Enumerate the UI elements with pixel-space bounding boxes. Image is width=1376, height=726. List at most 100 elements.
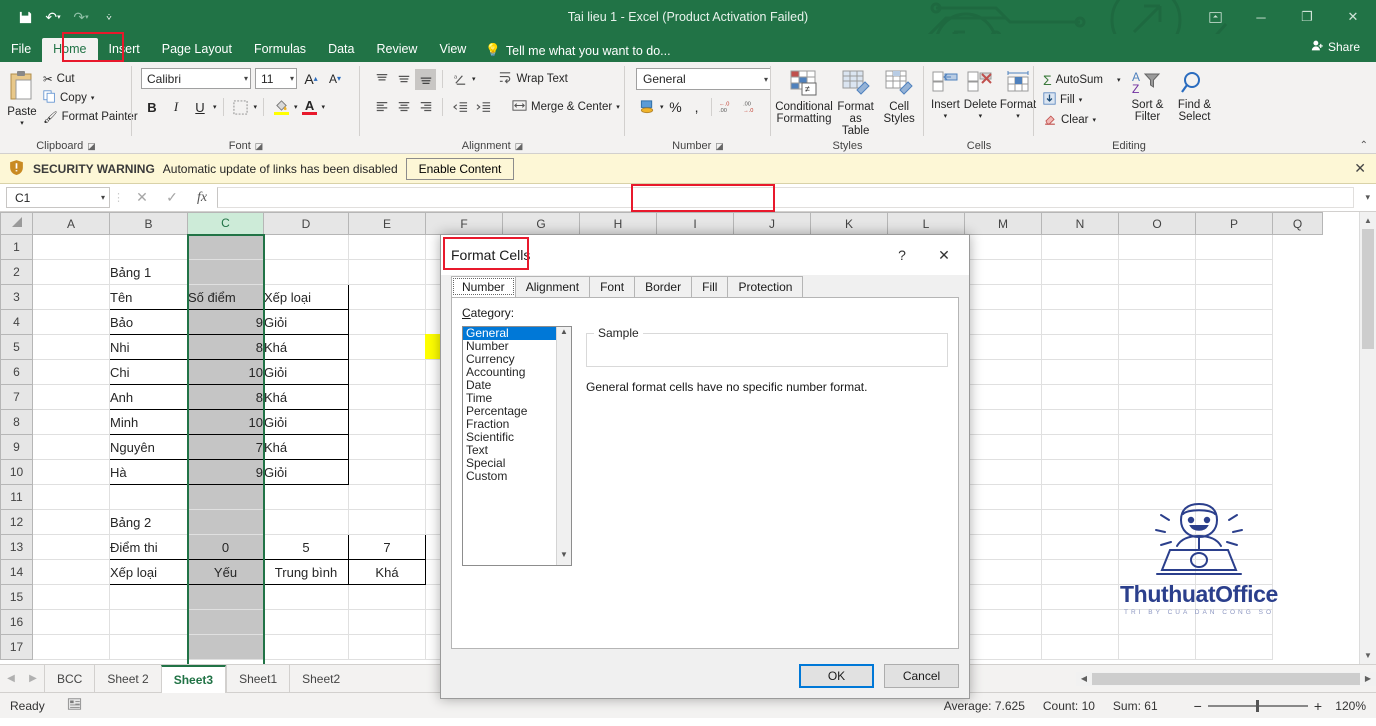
cell-D5[interactable]: Khá bbox=[263, 334, 349, 360]
copy-button[interactable]: Copy ▾ bbox=[39, 88, 142, 108]
insert-cells-button[interactable]: Insert ▾ bbox=[929, 68, 962, 125]
cell-P3[interactable] bbox=[1195, 284, 1273, 310]
row-header-6[interactable]: 6 bbox=[0, 359, 33, 385]
cell-M14[interactable] bbox=[964, 559, 1042, 585]
cell-B12[interactable]: Bảng 2 bbox=[109, 509, 188, 535]
row-header-10[interactable]: 10 bbox=[0, 459, 33, 485]
row-header-15[interactable]: 15 bbox=[0, 584, 33, 610]
column-header-b[interactable]: B bbox=[109, 212, 188, 235]
cell-A10[interactable] bbox=[32, 459, 110, 485]
row-header-17[interactable]: 17 bbox=[0, 634, 33, 660]
dialog-tab-protection[interactable]: Protection bbox=[727, 276, 804, 297]
cell-D16[interactable] bbox=[263, 609, 349, 635]
clipboard-dialog-launcher[interactable]: ◪ bbox=[87, 139, 96, 154]
column-header-k[interactable]: K bbox=[810, 212, 888, 235]
accounting-format-button[interactable] bbox=[636, 96, 658, 117]
cell-P15[interactable] bbox=[1195, 584, 1273, 610]
ribbon-tab-file[interactable]: File bbox=[0, 38, 42, 62]
row-header-4[interactable]: 4 bbox=[0, 309, 33, 335]
cell-N12[interactable] bbox=[1041, 509, 1119, 535]
cell-O1[interactable] bbox=[1118, 234, 1196, 260]
align-right-button[interactable] bbox=[415, 97, 436, 118]
chevron-down-icon[interactable]: ▾ bbox=[1117, 76, 1121, 84]
cell-B15[interactable] bbox=[109, 584, 188, 610]
column-header-f[interactable]: F bbox=[425, 212, 503, 235]
find-select-button[interactable]: Find & Select bbox=[1170, 68, 1218, 125]
redo-icon[interactable]: ↷ ▾ bbox=[68, 5, 94, 29]
close-security-bar-icon[interactable]: ✕ bbox=[1354, 160, 1366, 177]
scroll-down-icon[interactable]: ▼ bbox=[1360, 647, 1376, 664]
cell-P9[interactable] bbox=[1195, 434, 1273, 460]
cell-N11[interactable] bbox=[1041, 484, 1119, 510]
cell-D13[interactable]: 5 bbox=[263, 534, 349, 560]
cell-O8[interactable] bbox=[1118, 409, 1196, 435]
cell-O5[interactable] bbox=[1118, 334, 1196, 360]
cell-C1[interactable] bbox=[187, 234, 264, 260]
cell-O17[interactable] bbox=[1118, 634, 1196, 660]
row-header-9[interactable]: 9 bbox=[0, 434, 33, 460]
underline-button[interactable]: U bbox=[189, 96, 211, 118]
sheet-tab-sheet2[interactable]: Sheet2 bbox=[289, 664, 352, 693]
cell-N17[interactable] bbox=[1041, 634, 1119, 660]
cell-E12[interactable] bbox=[348, 509, 426, 535]
minimize-button[interactable]: ─ bbox=[1238, 0, 1284, 34]
orientation-chevron-down-icon[interactable]: ▾ bbox=[472, 75, 476, 83]
column-header-q[interactable]: Q bbox=[1272, 212, 1323, 235]
cell-B3[interactable]: Tên bbox=[109, 284, 188, 310]
ribbon-tab-view[interactable]: View bbox=[428, 38, 477, 62]
wrap-text-button[interactable]: Wrap Text bbox=[494, 68, 572, 90]
column-header-n[interactable]: N bbox=[1041, 212, 1119, 235]
cell-N4[interactable] bbox=[1041, 309, 1119, 335]
cell-O6[interactable] bbox=[1118, 359, 1196, 385]
cell-D12[interactable] bbox=[263, 509, 349, 535]
cell-E16[interactable] bbox=[348, 609, 426, 635]
cell-M7[interactable] bbox=[964, 384, 1042, 410]
underline-chevron-down-icon[interactable]: ▾ bbox=[213, 103, 217, 111]
cell-B6[interactable]: Chi bbox=[109, 359, 188, 385]
align-center-button[interactable] bbox=[393, 97, 414, 118]
cell-D7[interactable]: Khá bbox=[263, 384, 349, 410]
previous-sheet-icon[interactable]: ◀ bbox=[0, 673, 22, 684]
cell-A1[interactable] bbox=[32, 234, 110, 260]
conditional-formatting-button[interactable]: ≠ Conditional Formatting bbox=[775, 68, 833, 127]
fill-color-button[interactable] bbox=[270, 95, 292, 119]
row-header-13[interactable]: 13 bbox=[0, 534, 33, 560]
row-header-2[interactable]: 2 bbox=[0, 259, 33, 285]
row-header-5[interactable]: 5 bbox=[0, 334, 33, 360]
cell-D10[interactable]: Giỏi bbox=[263, 459, 349, 485]
cell-B4[interactable]: Bảo bbox=[109, 309, 188, 335]
horizontal-scroll-thumb[interactable] bbox=[1092, 672, 1360, 685]
cell-M8[interactable] bbox=[964, 409, 1042, 435]
cell-B17[interactable] bbox=[109, 634, 188, 660]
cell-B14[interactable]: Xếp loại bbox=[109, 559, 188, 585]
cell-C13[interactable]: 0 bbox=[187, 534, 264, 560]
category-list[interactable]: General Number Currency Accounting Date Time P… bbox=[462, 326, 572, 566]
cell-B1[interactable] bbox=[109, 234, 188, 260]
cell-O9[interactable] bbox=[1118, 434, 1196, 460]
cell-E3[interactable] bbox=[348, 284, 426, 310]
cell-M5[interactable] bbox=[964, 334, 1042, 360]
cell-D2[interactable] bbox=[263, 259, 349, 285]
cell-C5[interactable]: 8 bbox=[187, 334, 264, 360]
cell-P4[interactable] bbox=[1195, 309, 1273, 335]
cell-C16[interactable] bbox=[187, 609, 264, 635]
ribbon-tab-home[interactable]: Home bbox=[42, 38, 98, 62]
cell-B8[interactable]: Minh bbox=[109, 409, 188, 435]
cell-N2[interactable] bbox=[1041, 259, 1119, 285]
row-header-14[interactable]: 14 bbox=[0, 559, 33, 585]
cell-O4[interactable] bbox=[1118, 309, 1196, 335]
cell-D3[interactable]: Xếp loại bbox=[263, 284, 349, 310]
cell-C10[interactable]: 9 bbox=[187, 459, 264, 485]
save-icon[interactable] bbox=[12, 5, 38, 29]
cell-C2[interactable] bbox=[187, 259, 264, 285]
cell-A11[interactable] bbox=[32, 484, 110, 510]
column-header-i[interactable]: I bbox=[656, 212, 734, 235]
cut-button[interactable]: ✂ Cut bbox=[39, 70, 142, 88]
cell-P2[interactable] bbox=[1195, 259, 1273, 285]
merge-center-button[interactable]: Merge & Center ▾ bbox=[508, 96, 624, 118]
cell-M3[interactable] bbox=[964, 284, 1042, 310]
column-header-p[interactable]: P bbox=[1195, 212, 1273, 235]
cell-C8[interactable]: 10 bbox=[187, 409, 264, 435]
cell-E5[interactable] bbox=[348, 334, 426, 360]
format-painter-button[interactable]: 🖌 Format Painter bbox=[39, 108, 142, 126]
